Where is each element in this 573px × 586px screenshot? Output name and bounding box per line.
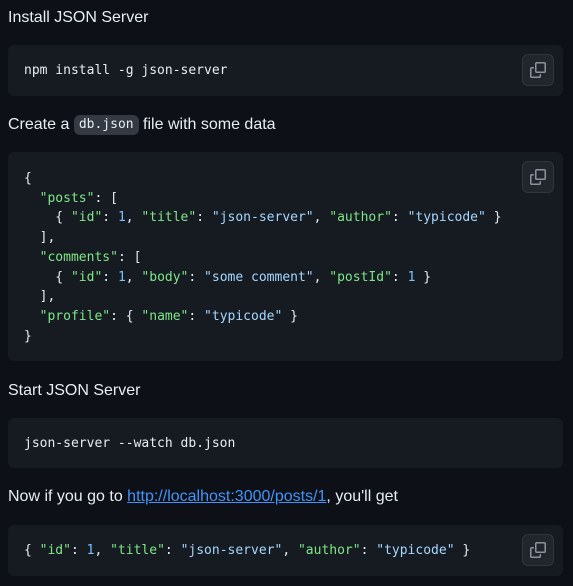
create-text-after: file with some data bbox=[138, 116, 276, 133]
copy-button[interactable] bbox=[522, 534, 554, 566]
db-json-filename: db.json bbox=[73, 115, 139, 135]
db-json-code: { "posts": [ { "id": 1, "title": "json-s… bbox=[24, 171, 502, 344]
copy-icon bbox=[530, 542, 546, 558]
start-heading: Start JSON Server bbox=[8, 382, 141, 399]
install-code-block: npm install -g json-server bbox=[8, 45, 563, 96]
copy-button[interactable] bbox=[522, 54, 554, 86]
copy-button[interactable] bbox=[522, 161, 554, 193]
result-code: { "id": 1, "title": "json-server", "auth… bbox=[24, 543, 471, 558]
result-text-after: , you'll get bbox=[326, 488, 398, 505]
result-code-block: { "id": 1, "title": "json-server", "auth… bbox=[8, 525, 563, 576]
localhost-posts-link[interactable]: http://localhost:3000/posts/1 bbox=[127, 488, 326, 505]
create-paragraph: Create a db.json file with some data bbox=[8, 114, 276, 136]
start-command: json-server --watch db.json bbox=[24, 436, 236, 451]
result-paragraph: Now if you go to http://localhost:3000/p… bbox=[8, 486, 398, 508]
db-json-code-block: { "posts": [ { "id": 1, "title": "json-s… bbox=[8, 152, 563, 361]
result-text-before: Now if you go to bbox=[8, 488, 128, 505]
copy-icon bbox=[530, 62, 546, 78]
create-text-before: Create a bbox=[8, 116, 74, 133]
install-command: npm install -g json-server bbox=[24, 63, 228, 78]
copy-icon bbox=[530, 169, 546, 185]
start-code-block: json-server --watch db.json bbox=[8, 418, 563, 468]
install-heading: Install JSON Server bbox=[8, 9, 149, 26]
